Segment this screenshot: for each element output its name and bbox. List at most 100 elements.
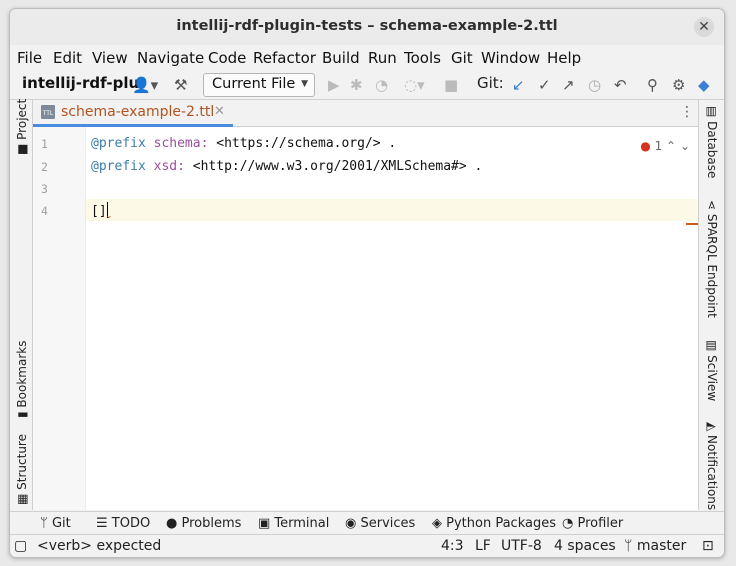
history-icon[interactable]: ◷ — [588, 76, 601, 94]
tool-problems-label: Problems — [181, 516, 242, 531]
info-icon: ● — [166, 516, 182, 531]
tool-notifications-label: Notifications — [705, 435, 719, 511]
tool-structure-label: Structure — [15, 434, 29, 490]
tool-services-label: Services — [360, 516, 416, 531]
bookmark-icon: ▮ — [15, 407, 29, 418]
menu-edit[interactable]: Edit — [53, 49, 82, 67]
git-commit-icon[interactable]: ✓ — [538, 76, 551, 94]
tool-profiler-label: Profiler — [577, 516, 624, 531]
build-hammer-icon[interactable]: ⚒ — [174, 76, 187, 94]
layout-toggle-icon[interactable]: ▢ — [14, 538, 27, 554]
tool-project[interactable]: ■ Project — [15, 99, 29, 155]
tool-python-packages[interactable]: ◈ Python Packages — [432, 516, 556, 531]
problems-count: 1 — [654, 139, 663, 153]
caret-row-highlight — [33, 199, 698, 221]
menu-run[interactable]: Run — [368, 49, 397, 67]
error-stripe-marker[interactable] — [686, 223, 698, 225]
iri: <https://schema.org/> . — [208, 136, 397, 151]
coverage-icon[interactable]: ◔ — [375, 76, 388, 94]
run-config-select[interactable]: Current File ▼ — [203, 73, 315, 97]
line-separator[interactable]: LF — [475, 538, 491, 554]
code-editor[interactable]: 1 2 3 4 @prefix schema: <https://schema.… — [33, 127, 698, 510]
tool-bookmarks-label: Bookmarks — [15, 340, 29, 408]
tool-sparql[interactable]: ⋖ SPARQL Endpoint — [705, 200, 719, 318]
chevron-down-icon: ▼ — [301, 79, 308, 89]
git-push-icon[interactable]: ↗ — [562, 76, 575, 94]
menu-refactor[interactable]: Refactor — [253, 49, 316, 67]
ide-window: intellij-rdf-plugin-tests – schema-examp… — [9, 8, 725, 558]
terminal-icon: ▣ — [258, 516, 275, 531]
search-icon[interactable]: ⚲ — [647, 76, 658, 94]
keyword: @prefix — [91, 136, 146, 151]
tool-git-label: Git — [51, 516, 71, 531]
menu-file[interactable]: File — [17, 49, 42, 67]
line-number: 2 — [41, 160, 48, 174]
chevron-up-icon[interactable]: ⌃ — [666, 139, 676, 153]
profile-icon[interactable]: ◌▾ — [404, 76, 425, 94]
menu-window[interactable]: Window — [481, 49, 540, 67]
tool-todo-label: TODO — [111, 516, 151, 531]
more-icon[interactable]: ⋮ — [680, 104, 694, 120]
inspection-widget[interactable]: ● 1 ⌃ ⌄ — [640, 139, 690, 153]
branch-icon: ᛘ — [40, 516, 52, 531]
editor-tab[interactable]: TTL schema-example-2.ttl ✕ — [33, 100, 233, 127]
menu-help[interactable]: Help — [547, 49, 581, 67]
tool-database[interactable]: ▤ Database — [705, 106, 719, 178]
rollback-icon[interactable]: ↶ — [614, 76, 627, 94]
tool-git[interactable]: ᛘ Git — [40, 516, 71, 531]
tool-bookmarks[interactable]: ▮ Bookmarks — [15, 341, 29, 418]
menu-tools[interactable]: Tools — [404, 49, 441, 67]
status-bar: ▢ <verb> expected 4:3 LF UTF-8 4 spaces … — [10, 534, 724, 557]
menu-bar: File Edit View Navigate Code Refactor Bu… — [10, 47, 724, 69]
tool-terminal[interactable]: ▣ Terminal — [258, 516, 329, 531]
error-squiggle: ⌄ — [105, 211, 113, 221]
tool-structure[interactable]: ▦ Structure — [15, 434, 29, 505]
close-window-button[interactable]: ✕ — [694, 17, 714, 37]
status-message: <verb> expected — [37, 538, 162, 554]
lock-icon[interactable]: ⊡ — [702, 538, 714, 554]
tool-python-packages-label: Python Packages — [446, 516, 556, 531]
git-update-icon[interactable]: ↙ — [512, 76, 525, 94]
line-gutter: 1 2 3 4 — [33, 127, 86, 510]
menu-view[interactable]: View — [92, 49, 128, 67]
file-encoding[interactable]: UTF-8 — [501, 538, 542, 554]
ide-logo-icon[interactable]: ◆ — [698, 76, 710, 94]
tool-problems[interactable]: ● Problems — [166, 516, 241, 531]
tool-database-label: Database — [705, 121, 719, 179]
chevron-down-icon[interactable]: ⌄ — [680, 139, 690, 153]
project-name[interactable]: intellij-rdf-plu — [22, 74, 139, 92]
prefix-name: xsd: — [153, 159, 185, 174]
debug-icon[interactable]: ✱ — [350, 76, 363, 94]
folder-icon: ■ — [15, 139, 29, 155]
menu-git[interactable]: Git — [451, 49, 473, 67]
menu-code[interactable]: Code — [208, 49, 246, 67]
tool-sciview[interactable]: ▥ SciView — [705, 340, 719, 401]
stop-icon[interactable]: ■ — [444, 76, 458, 94]
database-icon: ▤ — [705, 106, 719, 122]
title-bar: intellij-rdf-plugin-tests – schema-examp… — [10, 9, 724, 45]
caret-position[interactable]: 4:3 — [441, 538, 464, 554]
error-icon: ● — [640, 139, 651, 153]
git-branch[interactable]: ᛘ master — [624, 538, 686, 554]
run-icon[interactable]: ▶ — [328, 76, 340, 94]
structure-icon: ▦ — [15, 489, 29, 505]
tool-services[interactable]: ◉ Services — [345, 516, 415, 531]
list-icon: ☰ — [96, 516, 112, 531]
share-icon: ⋖ — [705, 200, 719, 214]
profiler-icon: ◔ — [562, 516, 578, 531]
bottom-tool-bar: ᛘ Git ☰ TODO ● Problems ▣ Terminal ◉ Ser… — [10, 511, 724, 535]
tool-profiler[interactable]: ◔ Profiler — [562, 516, 623, 531]
user-icon[interactable]: 👤▾ — [132, 76, 158, 94]
close-tab-icon[interactable]: ✕ — [214, 104, 225, 119]
tool-sparql-label: SPARQL Endpoint — [705, 213, 719, 318]
right-tool-strip: ▤ Database ⋖ SPARQL Endpoint ▥ SciView ◭… — [698, 100, 724, 510]
menu-build[interactable]: Build — [322, 49, 360, 67]
close-icon: ✕ — [698, 19, 710, 35]
tool-todo[interactable]: ☰ TODO — [96, 516, 150, 531]
tool-project-label: Project — [15, 98, 29, 140]
tool-notifications[interactable]: ◭ Notifications — [705, 422, 719, 510]
git-branch-label: master — [636, 538, 687, 554]
indent-setting[interactable]: 4 spaces — [554, 538, 616, 554]
menu-navigate[interactable]: Navigate — [137, 49, 204, 67]
gear-icon[interactable]: ⚙ — [672, 76, 685, 94]
